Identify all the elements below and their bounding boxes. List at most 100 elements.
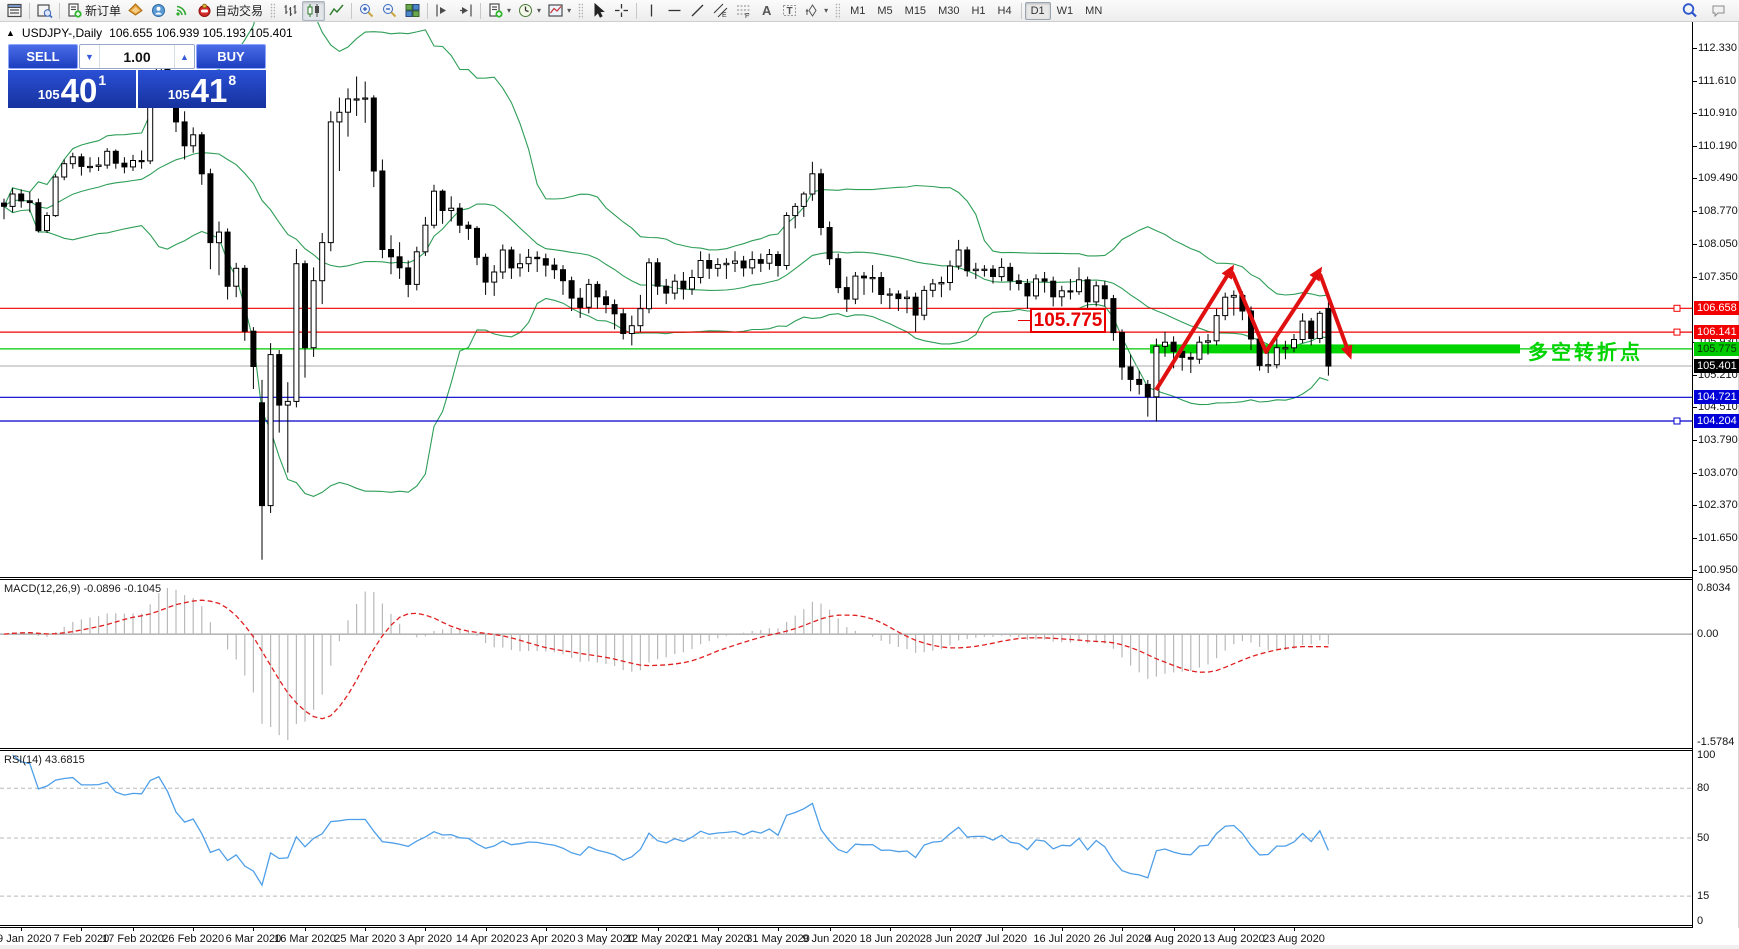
text-label-icon: T <box>781 2 798 19</box>
text-button[interactable]: A <box>755 1 778 21</box>
date-label: 7 Jul 2020 <box>976 933 1027 945</box>
price-tick-label: 110.190 <box>1698 140 1737 153</box>
date-tick <box>1173 928 1175 931</box>
indicators-button[interactable]: ▾ <box>484 1 514 21</box>
line-handle[interactable] <box>1673 417 1681 425</box>
bar-chart-button[interactable] <box>279 1 302 21</box>
sell-price-display[interactable]: 105 40 1 <box>8 70 136 108</box>
data-window-button[interactable] <box>33 1 56 21</box>
date-label: 9 Jun 2020 <box>802 933 857 945</box>
shapes-button[interactable]: ▾ <box>801 1 831 21</box>
new-order-label: 新订单 <box>85 4 122 18</box>
bar-chart-icon <box>282 2 299 19</box>
templates-button[interactable]: ▾ <box>544 1 574 21</box>
new-order-icon <box>66 2 83 19</box>
vertical-line-button[interactable] <box>640 1 663 21</box>
date-tick <box>606 928 607 931</box>
trendline-button[interactable] <box>686 1 709 21</box>
price-tick-label: 102.370 <box>1698 499 1738 512</box>
timeframe-button-h4[interactable]: H4 <box>992 2 1018 20</box>
date-label: 13 Aug 2020 <box>1202 933 1265 945</box>
line-handle[interactable] <box>1673 328 1681 336</box>
zoom-out-button[interactable] <box>378 1 401 21</box>
market-watch-button[interactable] <box>3 1 26 21</box>
rsi-tick-label: 100 <box>1697 749 1716 761</box>
fibonacci-button[interactable]: F <box>732 1 755 21</box>
volume-spinner: ▼ ▲ <box>79 44 195 69</box>
shapes-icon <box>804 2 821 19</box>
history-center-button[interactable] <box>124 1 147 21</box>
red-trend-arrow[interactable] <box>1318 273 1353 360</box>
tile-windows-icon <box>404 2 421 19</box>
timeframe-button-w1[interactable]: W1 <box>1051 2 1080 20</box>
timeframe-button-m30[interactable]: M30 <box>932 2 965 20</box>
sell-button[interactable]: SELL <box>8 44 78 69</box>
date-label: 28 Jun 2020 <box>919 933 981 945</box>
community-button[interactable] <box>147 1 170 21</box>
crosshair-button[interactable] <box>610 1 633 21</box>
toolbar-grip[interactable] <box>270 2 276 19</box>
axis-tick <box>1693 178 1697 180</box>
price-tick-label: 101.650 <box>1698 532 1738 545</box>
red-trend-arrow[interactable] <box>1154 264 1235 392</box>
price-tick-label: 100.950 <box>1698 564 1738 577</box>
date-tick <box>1294 928 1295 931</box>
arrange-right-button[interactable] <box>454 1 477 21</box>
indicators-icon <box>487 2 504 19</box>
autotrade-button[interactable]: 自动交易 <box>193 1 266 21</box>
dropdown-arrow-icon[interactable]: ▾ <box>507 6 511 15</box>
horizontal-line-button[interactable] <box>663 1 686 21</box>
line-handle[interactable] <box>1673 304 1681 312</box>
chat-button[interactable] <box>1707 1 1730 21</box>
search-button[interactable] <box>1678 1 1701 21</box>
sell-price-pips: 40 <box>60 71 98 109</box>
price-tick-label: 107.350 <box>1698 270 1738 283</box>
timeframe-button-m5[interactable]: M5 <box>871 2 898 20</box>
text-label-button[interactable]: T <box>778 1 801 21</box>
timeframe-button-d1[interactable]: D1 <box>1024 1 1051 20</box>
zoom-in-button[interactable] <box>355 1 378 21</box>
toolbar-grip[interactable] <box>578 2 584 19</box>
dropdown-arrow-icon[interactable]: ▾ <box>824 6 828 15</box>
green-highlight-band[interactable] <box>1150 344 1520 354</box>
dropdown-arrow-icon[interactable]: ▾ <box>567 6 571 15</box>
timeframe-button-m1[interactable]: M1 <box>844 2 871 20</box>
candle-chart-button[interactable] <box>302 0 326 21</box>
buy-price-display[interactable]: 105 41 8 <box>138 70 266 108</box>
buy-button[interactable]: BUY <box>196 44 266 69</box>
date-label: 16 Jul 2020 <box>1033 933 1091 945</box>
new-order-button[interactable]: 新订单 <box>63 1 124 21</box>
cursor-button[interactable] <box>587 1 610 21</box>
chat-icon <box>1710 2 1727 19</box>
turning-point-annotation[interactable]: 多空转折点 <box>1528 336 1643 365</box>
collapse-triangle-icon[interactable]: ▲ <box>6 28 15 38</box>
arrange-left-button[interactable] <box>431 1 454 21</box>
toolbar-grip[interactable] <box>835 2 841 19</box>
volume-input[interactable] <box>100 48 174 65</box>
timeframe-button-mn[interactable]: MN <box>1079 2 1108 20</box>
signals-button[interactable] <box>170 1 193 21</box>
timeframe-button-m15[interactable]: M15 <box>899 2 932 20</box>
tile-windows-button[interactable] <box>401 1 424 21</box>
dropdown-arrow-icon[interactable]: ▾ <box>537 6 541 15</box>
price-callout-box[interactable]: 105.775 <box>1030 308 1106 333</box>
volume-down-button[interactable]: ▼ <box>80 45 100 68</box>
cursor-icon <box>590 2 607 19</box>
date-tick <box>1001 928 1003 931</box>
timeframe-button-h1[interactable]: H1 <box>965 2 991 20</box>
periods-clock-icon <box>517 2 534 19</box>
date-label: 12 May 2020 <box>625 933 690 945</box>
rsi-tick-label: 15 <box>1697 890 1710 903</box>
volume-up-button[interactable]: ▲ <box>174 45 194 68</box>
equidistant-channel-button[interactable]: E <box>709 1 732 21</box>
price-tick-label: 103.790 <box>1698 433 1738 446</box>
axis-tick <box>1693 81 1697 83</box>
periods-clock-button[interactable]: ▾ <box>514 1 544 21</box>
line-chart-button[interactable] <box>325 1 348 21</box>
axis-tick <box>1693 146 1697 148</box>
date-tick <box>81 928 83 931</box>
macd-pane: MACD(12,26,9) -0.0896 -0.1045 <box>0 580 1692 748</box>
arrange-left-icon <box>434 2 451 19</box>
macd-min-label: -1.5784 <box>1697 736 1735 748</box>
date-tick <box>889 928 891 931</box>
